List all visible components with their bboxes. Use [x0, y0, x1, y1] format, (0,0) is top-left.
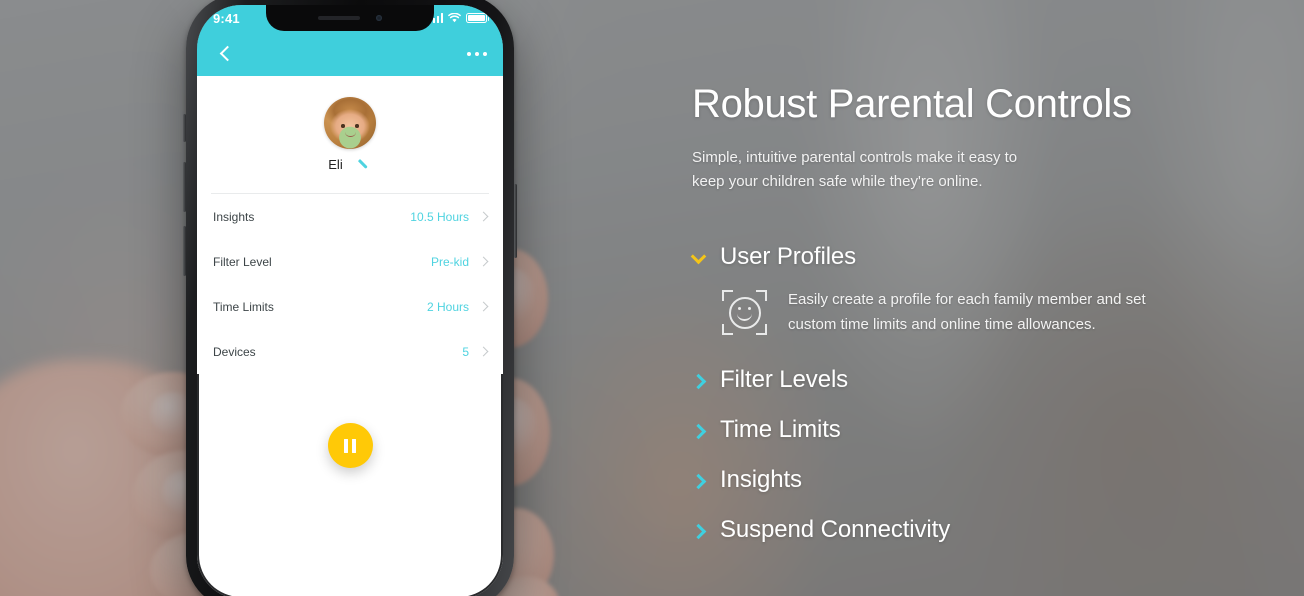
volume-down-button	[183, 226, 186, 276]
back-button[interactable]	[213, 42, 239, 65]
profile-section: Eli	[197, 76, 503, 194]
accordion-title: User Profiles	[720, 243, 857, 271]
profile-name: Eli	[328, 157, 343, 172]
list-item-value: 10.5 Hours	[410, 209, 469, 224]
avatar	[324, 97, 376, 149]
accordion-header-filter-levels[interactable]: Filter Levels	[692, 355, 1292, 405]
profile-name-row: Eli	[197, 157, 503, 172]
chevron-right-icon	[692, 424, 705, 437]
list-item-label: Devices	[213, 344, 256, 359]
accordion-title: Time Limits	[720, 416, 841, 444]
page-title: Robust Parental Controls	[692, 82, 1132, 126]
phone-screen: 9:41 Eli Insights 10.5 Hours Filter Leve…	[197, 5, 503, 596]
volume-up-button	[183, 162, 186, 212]
app-nav-bar	[197, 31, 503, 76]
accordion-header-user-profiles[interactable]: User Profiles	[692, 232, 1292, 282]
accordion-item-user-profiles: User Profiles Easily create a profile fo…	[692, 232, 1292, 355]
subtitle-line-1: Simple, intuitive parental controls make…	[692, 148, 1018, 166]
accordion-item-suspend-connectivity: Suspend Connectivity	[692, 505, 1292, 555]
front-camera-icon	[376, 15, 382, 21]
list-item-label: Insights	[213, 209, 255, 224]
status-icons	[428, 13, 490, 23]
back-chevron-icon	[219, 45, 236, 62]
phone-notch	[266, 5, 434, 31]
list-item-label: Filter Level	[213, 254, 272, 269]
list-item[interactable]: Filter Level Pre-kid	[213, 239, 489, 284]
marketing-content: Robust Parental Controls Simple, intuiti…	[692, 0, 1292, 596]
accordion-body-user-profiles: Easily create a profile for each family …	[692, 282, 1292, 355]
accordion-item-time-limits: Time Limits	[692, 405, 1292, 455]
pencil-edit-icon[interactable]	[359, 158, 372, 171]
chevron-right-icon	[478, 301, 489, 312]
earpiece-speaker-icon	[318, 16, 360, 20]
chevron-right-icon	[478, 211, 489, 222]
battery-icon	[466, 13, 490, 23]
feature-accordion: User Profiles Easily create a profile fo…	[692, 232, 1292, 555]
mute-switch	[183, 114, 186, 142]
page-subtitle: Simple, intuitive parental controls make…	[692, 146, 1292, 195]
accordion-header-insights[interactable]: Insights	[692, 455, 1292, 505]
phone-mockup: 9:41 Eli Insights 10.5 Hours Filter Leve…	[183, 0, 517, 596]
accordion-title: Insights	[720, 466, 802, 494]
list-item-label: Time Limits	[213, 299, 274, 314]
smiley-face-frame-icon	[722, 290, 767, 336]
chevron-right-icon	[692, 374, 705, 387]
description-line-2: custom time limits and online time allow…	[788, 315, 1096, 333]
list-item[interactable]: Time Limits 2 Hours	[213, 284, 489, 329]
wifi-icon	[448, 13, 461, 23]
chevron-right-icon	[692, 474, 705, 487]
chevron-right-icon	[478, 346, 489, 357]
pause-button[interactable]	[327, 423, 373, 468]
accordion-description: Easily create a profile for each family …	[788, 288, 1146, 337]
chevron-down-icon	[692, 251, 705, 264]
fab-container	[197, 423, 503, 468]
description-line-1: Easily create a profile for each family …	[788, 291, 1146, 309]
accordion-header-suspend-connectivity[interactable]: Suspend Connectivity	[692, 505, 1292, 555]
list-item-value: Pre-kid	[430, 254, 469, 269]
status-time: 9:41	[213, 10, 240, 26]
list-item-value: 2 Hours	[426, 299, 469, 314]
accordion-title: Filter Levels	[720, 366, 849, 394]
accordion-item-insights: Insights	[692, 455, 1292, 505]
chevron-right-icon	[478, 256, 489, 267]
list-item[interactable]: Insights 10.5 Hours	[213, 194, 489, 239]
settings-list: Insights 10.5 Hours Filter Level Pre-kid…	[197, 194, 503, 374]
list-item-value: 5	[462, 344, 469, 359]
accordion-header-time-limits[interactable]: Time Limits	[692, 405, 1292, 455]
list-item[interactable]: Devices 5	[213, 329, 489, 374]
accordion-title: Suspend Connectivity	[720, 516, 951, 544]
chevron-right-icon	[692, 524, 705, 537]
subtitle-line-2: keep your children safe while they're on…	[692, 173, 983, 191]
accordion-item-filter-levels: Filter Levels	[692, 355, 1292, 405]
power-button	[514, 184, 517, 258]
more-options-icon[interactable]	[467, 51, 487, 56]
